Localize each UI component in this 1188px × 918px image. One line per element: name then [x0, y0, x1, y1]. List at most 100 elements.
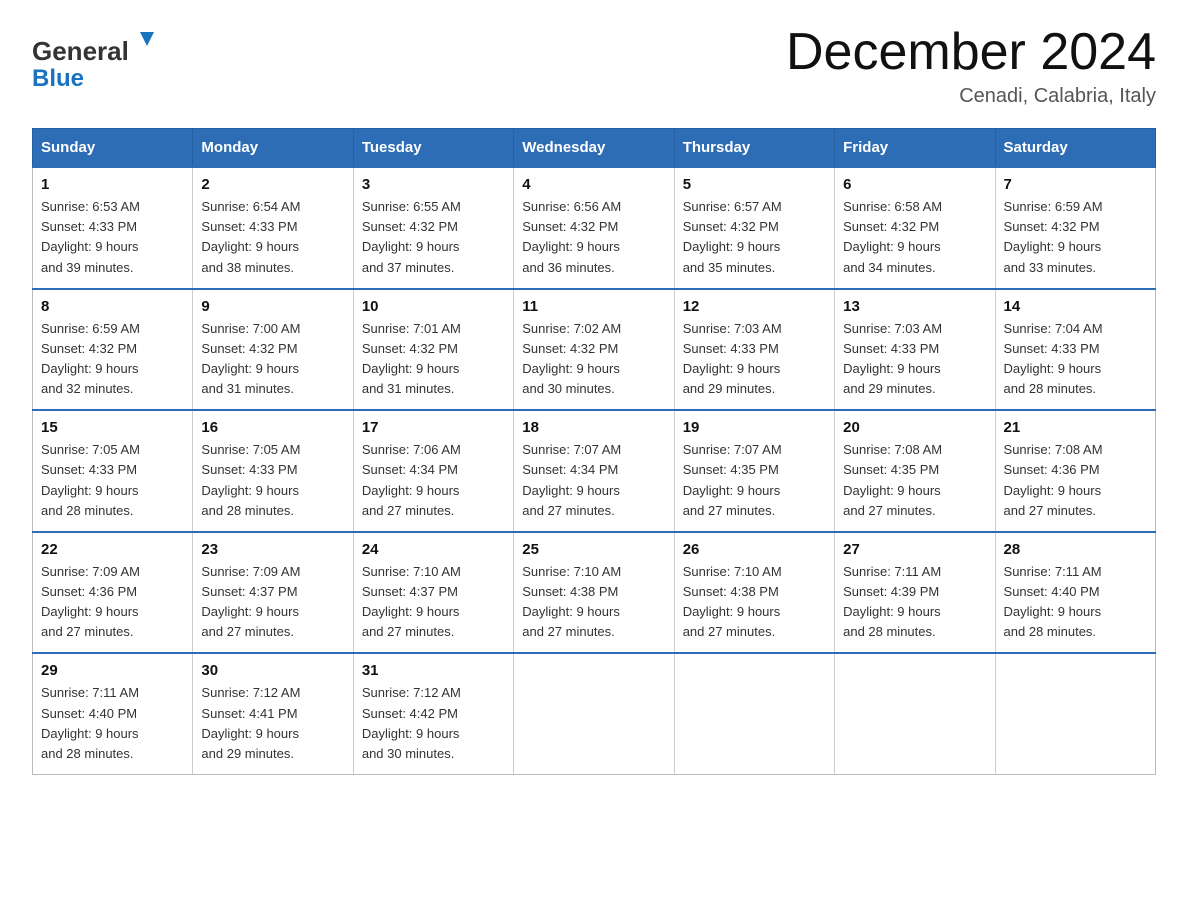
- calendar-cell: 13 Sunrise: 7:03 AM Sunset: 4:33 PM Dayl…: [835, 289, 995, 411]
- calendar-cell: 31 Sunrise: 7:12 AM Sunset: 4:42 PM Dayl…: [353, 653, 513, 774]
- day-info: Sunrise: 7:11 AM Sunset: 4:40 PM Dayligh…: [41, 683, 184, 764]
- day-info: Sunrise: 6:57 AM Sunset: 4:32 PM Dayligh…: [683, 197, 826, 278]
- day-number: 13: [843, 298, 986, 315]
- calendar-cell: 10 Sunrise: 7:01 AM Sunset: 4:32 PM Dayl…: [353, 289, 513, 411]
- calendar-cell: [995, 653, 1155, 774]
- calendar-cell: 6 Sunrise: 6:58 AM Sunset: 4:32 PM Dayli…: [835, 167, 995, 289]
- calendar-cell: 3 Sunrise: 6:55 AM Sunset: 4:32 PM Dayli…: [353, 167, 513, 289]
- header-wednesday: Wednesday: [514, 129, 674, 168]
- week-row-4: 22 Sunrise: 7:09 AM Sunset: 4:36 PM Dayl…: [33, 532, 1156, 654]
- day-info: Sunrise: 7:06 AM Sunset: 4:34 PM Dayligh…: [362, 440, 505, 521]
- calendar-cell: 25 Sunrise: 7:10 AM Sunset: 4:38 PM Dayl…: [514, 532, 674, 654]
- day-info: Sunrise: 7:03 AM Sunset: 4:33 PM Dayligh…: [683, 319, 826, 400]
- days-header-row: SundayMondayTuesdayWednesdayThursdayFrid…: [33, 129, 1156, 168]
- calendar-cell: 24 Sunrise: 7:10 AM Sunset: 4:37 PM Dayl…: [353, 532, 513, 654]
- svg-text:Blue: Blue: [32, 65, 84, 92]
- calendar-table: SundayMondayTuesdayWednesdayThursdayFrid…: [32, 128, 1156, 775]
- header-sunday: Sunday: [33, 129, 193, 168]
- day-info: Sunrise: 7:05 AM Sunset: 4:33 PM Dayligh…: [201, 440, 344, 521]
- calendar-cell: 18 Sunrise: 7:07 AM Sunset: 4:34 PM Dayl…: [514, 410, 674, 532]
- title-block: December 2024 Cenadi, Calabria, Italy: [786, 24, 1156, 108]
- day-number: 20: [843, 419, 986, 436]
- day-number: 1: [41, 176, 184, 193]
- header-friday: Friday: [835, 129, 995, 168]
- day-number: 11: [522, 298, 665, 315]
- day-number: 23: [201, 541, 344, 558]
- day-info: Sunrise: 7:07 AM Sunset: 4:34 PM Dayligh…: [522, 440, 665, 521]
- day-info: Sunrise: 7:09 AM Sunset: 4:36 PM Dayligh…: [41, 562, 184, 643]
- calendar-cell: 19 Sunrise: 7:07 AM Sunset: 4:35 PM Dayl…: [674, 410, 834, 532]
- calendar-cell: 12 Sunrise: 7:03 AM Sunset: 4:33 PM Dayl…: [674, 289, 834, 411]
- calendar-cell: 20 Sunrise: 7:08 AM Sunset: 4:35 PM Dayl…: [835, 410, 995, 532]
- month-title: December 2024: [786, 24, 1156, 81]
- calendar-cell: 14 Sunrise: 7:04 AM Sunset: 4:33 PM Dayl…: [995, 289, 1155, 411]
- calendar-cell: 23 Sunrise: 7:09 AM Sunset: 4:37 PM Dayl…: [193, 532, 353, 654]
- header-tuesday: Tuesday: [353, 129, 513, 168]
- day-info: Sunrise: 7:07 AM Sunset: 4:35 PM Dayligh…: [683, 440, 826, 521]
- day-info: Sunrise: 6:54 AM Sunset: 4:33 PM Dayligh…: [201, 197, 344, 278]
- calendar-cell: 5 Sunrise: 6:57 AM Sunset: 4:32 PM Dayli…: [674, 167, 834, 289]
- day-info: Sunrise: 7:09 AM Sunset: 4:37 PM Dayligh…: [201, 562, 344, 643]
- calendar-cell: 28 Sunrise: 7:11 AM Sunset: 4:40 PM Dayl…: [995, 532, 1155, 654]
- calendar-cell: 1 Sunrise: 6:53 AM Sunset: 4:33 PM Dayli…: [33, 167, 193, 289]
- day-number: 10: [362, 298, 505, 315]
- svg-text:General: General: [32, 36, 129, 66]
- location: Cenadi, Calabria, Italy: [786, 85, 1156, 108]
- day-info: Sunrise: 7:08 AM Sunset: 4:35 PM Dayligh…: [843, 440, 986, 521]
- day-info: Sunrise: 7:04 AM Sunset: 4:33 PM Dayligh…: [1004, 319, 1147, 400]
- calendar-cell: 4 Sunrise: 6:56 AM Sunset: 4:32 PM Dayli…: [514, 167, 674, 289]
- day-info: Sunrise: 7:05 AM Sunset: 4:33 PM Dayligh…: [41, 440, 184, 521]
- header-monday: Monday: [193, 129, 353, 168]
- day-number: 21: [1004, 419, 1147, 436]
- day-info: Sunrise: 6:53 AM Sunset: 4:33 PM Dayligh…: [41, 197, 184, 278]
- day-number: 22: [41, 541, 184, 558]
- header-saturday: Saturday: [995, 129, 1155, 168]
- calendar-cell: 26 Sunrise: 7:10 AM Sunset: 4:38 PM Dayl…: [674, 532, 834, 654]
- day-number: 12: [683, 298, 826, 315]
- logo-svg: General Blue: [32, 24, 162, 94]
- day-number: 6: [843, 176, 986, 193]
- page-header: General Blue December 2024 Cenadi, Calab…: [32, 24, 1156, 108]
- week-row-1: 1 Sunrise: 6:53 AM Sunset: 4:33 PM Dayli…: [33, 167, 1156, 289]
- day-number: 26: [683, 541, 826, 558]
- week-row-2: 8 Sunrise: 6:59 AM Sunset: 4:32 PM Dayli…: [33, 289, 1156, 411]
- day-info: Sunrise: 6:55 AM Sunset: 4:32 PM Dayligh…: [362, 197, 505, 278]
- calendar-cell: [674, 653, 834, 774]
- day-info: Sunrise: 7:11 AM Sunset: 4:39 PM Dayligh…: [843, 562, 986, 643]
- day-info: Sunrise: 7:10 AM Sunset: 4:38 PM Dayligh…: [522, 562, 665, 643]
- week-row-5: 29 Sunrise: 7:11 AM Sunset: 4:40 PM Dayl…: [33, 653, 1156, 774]
- day-info: Sunrise: 7:12 AM Sunset: 4:41 PM Dayligh…: [201, 683, 344, 764]
- header-thursday: Thursday: [674, 129, 834, 168]
- calendar-cell: [514, 653, 674, 774]
- day-number: 3: [362, 176, 505, 193]
- day-number: 8: [41, 298, 184, 315]
- calendar-cell: 29 Sunrise: 7:11 AM Sunset: 4:40 PM Dayl…: [33, 653, 193, 774]
- day-info: Sunrise: 7:12 AM Sunset: 4:42 PM Dayligh…: [362, 683, 505, 764]
- calendar-cell: 30 Sunrise: 7:12 AM Sunset: 4:41 PM Dayl…: [193, 653, 353, 774]
- day-number: 16: [201, 419, 344, 436]
- day-info: Sunrise: 7:10 AM Sunset: 4:37 PM Dayligh…: [362, 562, 505, 643]
- day-number: 15: [41, 419, 184, 436]
- calendar-cell: 11 Sunrise: 7:02 AM Sunset: 4:32 PM Dayl…: [514, 289, 674, 411]
- day-info: Sunrise: 7:02 AM Sunset: 4:32 PM Dayligh…: [522, 319, 665, 400]
- calendar-cell: 7 Sunrise: 6:59 AM Sunset: 4:32 PM Dayli…: [995, 167, 1155, 289]
- day-number: 27: [843, 541, 986, 558]
- day-number: 17: [362, 419, 505, 436]
- calendar-cell: 9 Sunrise: 7:00 AM Sunset: 4:32 PM Dayli…: [193, 289, 353, 411]
- day-info: Sunrise: 7:08 AM Sunset: 4:36 PM Dayligh…: [1004, 440, 1147, 521]
- day-number: 14: [1004, 298, 1147, 315]
- logo: General Blue: [32, 24, 162, 94]
- week-row-3: 15 Sunrise: 7:05 AM Sunset: 4:33 PM Dayl…: [33, 410, 1156, 532]
- day-number: 31: [362, 662, 505, 679]
- day-number: 5: [683, 176, 826, 193]
- day-info: Sunrise: 6:56 AM Sunset: 4:32 PM Dayligh…: [522, 197, 665, 278]
- calendar-cell: 8 Sunrise: 6:59 AM Sunset: 4:32 PM Dayli…: [33, 289, 193, 411]
- day-number: 19: [683, 419, 826, 436]
- calendar-cell: [835, 653, 995, 774]
- day-info: Sunrise: 6:59 AM Sunset: 4:32 PM Dayligh…: [1004, 197, 1147, 278]
- calendar-cell: 16 Sunrise: 7:05 AM Sunset: 4:33 PM Dayl…: [193, 410, 353, 532]
- day-number: 2: [201, 176, 344, 193]
- day-info: Sunrise: 7:01 AM Sunset: 4:32 PM Dayligh…: [362, 319, 505, 400]
- calendar-cell: 22 Sunrise: 7:09 AM Sunset: 4:36 PM Dayl…: [33, 532, 193, 654]
- day-info: Sunrise: 6:58 AM Sunset: 4:32 PM Dayligh…: [843, 197, 986, 278]
